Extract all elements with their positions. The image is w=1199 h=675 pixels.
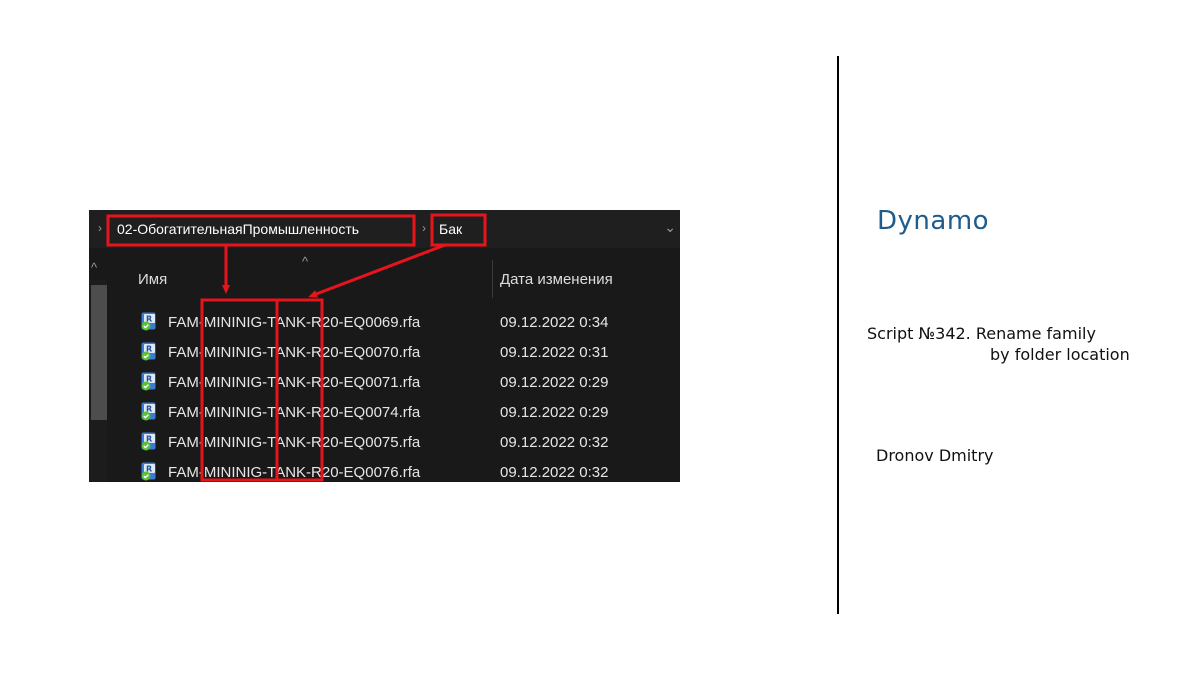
arrow-current-to-tank [308,243,446,298]
page-title: Dynamo [877,206,990,236]
highlight-box-parent-folder [106,214,416,247]
author-name: Dronov Dmitry [876,446,994,465]
highlight-box-current-folder [430,213,487,247]
vertical-divider [837,56,839,614]
script-description: Script №342. Rename family by folder loc… [867,323,1130,365]
script-description-line1: Script №342. Rename family [867,324,1096,343]
annotation-overlay [106,213,487,482]
highlight-box-tank-segment [275,298,324,482]
highlight-box-mining-segment [200,298,279,482]
script-description-line2: by folder location [990,345,1130,364]
file-explorer-screenshot: › 02-ОбогатительнаяПромышленность › Бак … [89,210,680,482]
